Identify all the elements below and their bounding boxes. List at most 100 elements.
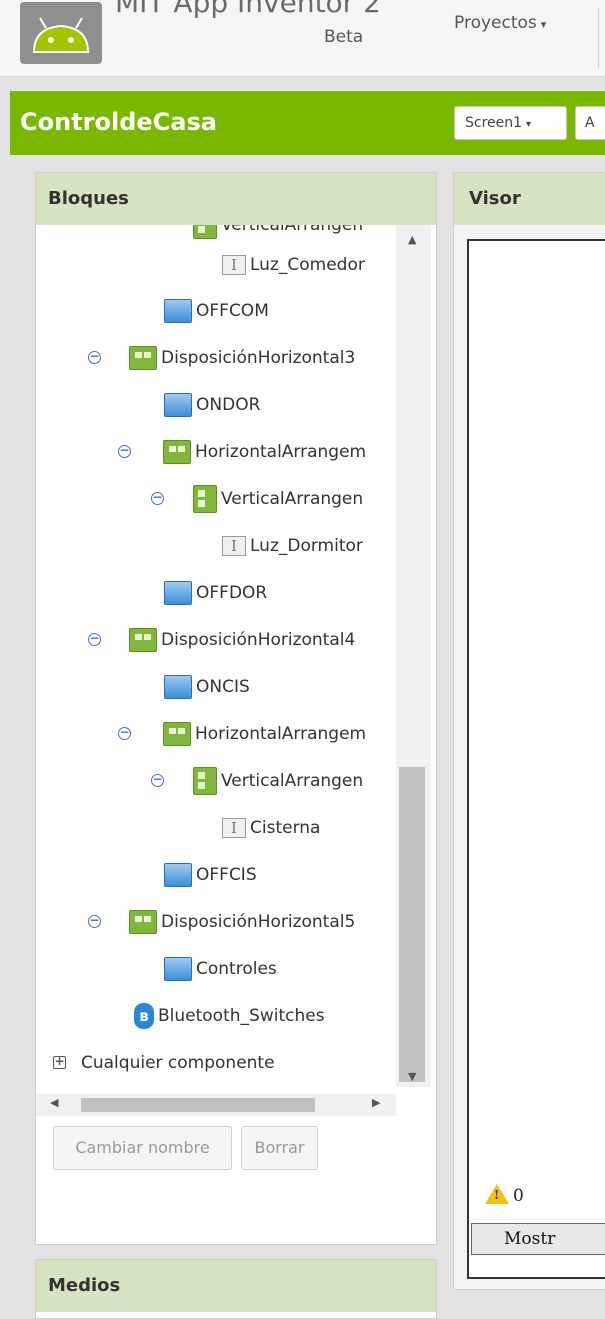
- collapse-icon[interactable]: −: [151, 773, 164, 787]
- project-name: ControldeCasa: [20, 108, 217, 136]
- horizontal-arrangement-icon: [129, 628, 157, 652]
- tree-node-label: VerticalArrangen: [221, 489, 364, 509]
- label-icon: I: [222, 255, 246, 275]
- tree-node[interactable]: − VerticalArrangen: [151, 761, 363, 801]
- tree-horizontal-scrollbar[interactable]: ◀ ▶: [36, 1094, 396, 1116]
- tree-node[interactable]: I Cisterna: [222, 808, 320, 848]
- tree-node-label: HorizontalArrangem: [195, 724, 367, 744]
- horizontal-arrangement-icon: [163, 440, 191, 464]
- bluetooth-icon: ʙ: [134, 1003, 154, 1029]
- tree-node[interactable]: + Cualquier componente: [53, 1043, 275, 1083]
- app-inventor-logo-icon[interactable]: [20, 2, 102, 64]
- expand-icon[interactable]: +: [53, 1055, 66, 1069]
- label-icon: I: [222, 536, 246, 556]
- scrollbar-corner: [396, 1094, 431, 1116]
- collapse-icon[interactable]: −: [88, 914, 101, 928]
- tree-vertical-scrollbar[interactable]: ▲ ▼: [396, 225, 431, 1087]
- tree-node-label: Luz_Dormitor: [250, 536, 363, 556]
- tree-node[interactable]: Controles: [164, 949, 277, 989]
- tree-node[interactable]: − VerticalArrangen: [151, 479, 363, 519]
- tree-actions: Cambiar nombre Borrar: [36, 1126, 436, 1176]
- tree-node-label: OFFCIS: [196, 865, 257, 885]
- app-title: MIT App Inventor 2: [115, 0, 381, 19]
- scrollbar-thumb[interactable]: [81, 1098, 315, 1112]
- tree-node[interactable]: OFFCIS: [164, 855, 257, 895]
- tree-node-label: HorizontalArrangem: [195, 442, 367, 462]
- label-icon: I: [222, 818, 246, 838]
- menu-projects[interactable]: Proyectos ▾: [454, 13, 546, 33]
- button-icon: [164, 957, 192, 981]
- button-icon: [164, 675, 192, 699]
- tree-node-label: Luz_Comedor: [250, 255, 365, 275]
- tree-node[interactable]: − HorizontalArrangem: [118, 714, 366, 754]
- scroll-down-icon[interactable]: ▼: [408, 1070, 416, 1083]
- scroll-up-icon[interactable]: ▲: [408, 233, 416, 246]
- collapse-icon[interactable]: −: [151, 491, 164, 505]
- menu-divider: [598, 8, 599, 68]
- medios-title: Medios: [36, 1260, 436, 1312]
- button-icon: [164, 393, 192, 417]
- vertical-arrangement-icon: [193, 225, 217, 239]
- tree-node[interactable]: I Luz_Dormitor: [222, 526, 363, 566]
- scrollbar-thumb[interactable]: [399, 767, 425, 1082]
- delete-button[interactable]: Borrar: [241, 1126, 318, 1170]
- scroll-left-icon[interactable]: ◀: [50, 1096, 58, 1109]
- phone-preview[interactable]: ! 0 Mostr: [467, 239, 605, 1279]
- button-icon: [164, 581, 192, 605]
- tree-node[interactable]: − DisposiciónHorizontal3: [88, 338, 355, 378]
- tree-node-label: OFFDOR: [196, 583, 268, 603]
- show-warnings-button[interactable]: Mostr: [471, 1223, 605, 1255]
- chevron-down-icon: ▾: [526, 119, 532, 130]
- tree-node-label: Cisterna: [250, 818, 321, 838]
- tree-node-label: ONDOR: [196, 395, 261, 415]
- tree-node-label: DisposiciónHorizontal3: [161, 348, 356, 368]
- vertical-arrangement-icon: [193, 485, 217, 513]
- tree-node[interactable]: − HorizontalArrangem: [118, 432, 366, 472]
- medios-panel: Medios: [35, 1259, 437, 1319]
- bloques-title: Bloques: [36, 173, 436, 225]
- tree-node[interactable]: − DisposiciónHorizontal5: [88, 902, 355, 942]
- tree-node[interactable]: ʙ Bluetooth_Switches: [134, 996, 325, 1036]
- top-header: MIT App Inventor 2 Beta Proyectos ▾: [0, 0, 605, 77]
- collapse-icon[interactable]: −: [118, 444, 131, 458]
- tree-node[interactable]: ONCIS: [164, 667, 250, 707]
- vertical-arrangement-icon: [193, 767, 217, 795]
- horizontal-arrangement-icon: [163, 722, 191, 746]
- collapse-icon[interactable]: −: [88, 350, 101, 364]
- project-bar: ControldeCasa Screen1 ▾ A: [10, 91, 605, 155]
- bloques-panel: Bloques − VerticalArrangen I Luz_Comedor…: [35, 172, 437, 1245]
- tree-node[interactable]: I Luz_Comedor: [222, 245, 365, 285]
- warning-indicator[interactable]: ! 0: [485, 1184, 524, 1206]
- screen-selector-label: Screen1: [465, 115, 523, 131]
- tree-node-label: Bluetooth_Switches: [158, 1006, 325, 1026]
- horizontal-arrangement-icon: [129, 346, 157, 370]
- tree-node[interactable]: ONDOR: [164, 385, 260, 425]
- menu-projects-label: Proyectos: [454, 13, 537, 33]
- tree-node-label: OFFCOM: [196, 301, 269, 321]
- rename-button[interactable]: Cambiar nombre: [53, 1126, 232, 1170]
- warning-icon: !: [485, 1184, 509, 1204]
- tree-node-label: Controles: [196, 959, 277, 979]
- add-screen-button[interactable]: A: [575, 106, 605, 140]
- beta-label: Beta: [324, 27, 364, 47]
- tree-node-label: VerticalArrangen: [221, 771, 364, 791]
- collapse-icon[interactable]: −: [88, 632, 101, 646]
- visor-panel: Visor ! 0 Mostr: [453, 172, 605, 1290]
- tree-node[interactable]: − VerticalArrangen: [149, 225, 363, 245]
- scroll-right-icon[interactable]: ▶: [372, 1096, 380, 1109]
- tree-node[interactable]: − DisposiciónHorizontal4: [88, 620, 355, 660]
- horizontal-arrangement-icon: [129, 910, 157, 934]
- chevron-down-icon: ▾: [540, 18, 547, 31]
- tree-node[interactable]: OFFCOM: [164, 291, 269, 331]
- tree-node-label: DisposiciónHorizontal4: [161, 630, 356, 650]
- tree-node-label: Cualquier componente: [81, 1053, 275, 1073]
- collapse-icon[interactable]: −: [118, 726, 131, 740]
- component-tree: − VerticalArrangen I Luz_Comedor OFFCOM …: [36, 225, 396, 1087]
- tree-node-label: DisposiciónHorizontal5: [161, 912, 356, 932]
- warning-count: 0: [513, 1186, 524, 1206]
- button-icon: [164, 299, 192, 323]
- screen-selector-button[interactable]: Screen1 ▾: [454, 106, 567, 140]
- tree-node-label: ONCIS: [196, 677, 250, 697]
- tree-node-label: VerticalArrangen: [221, 225, 364, 235]
- tree-node[interactable]: OFFDOR: [164, 573, 267, 613]
